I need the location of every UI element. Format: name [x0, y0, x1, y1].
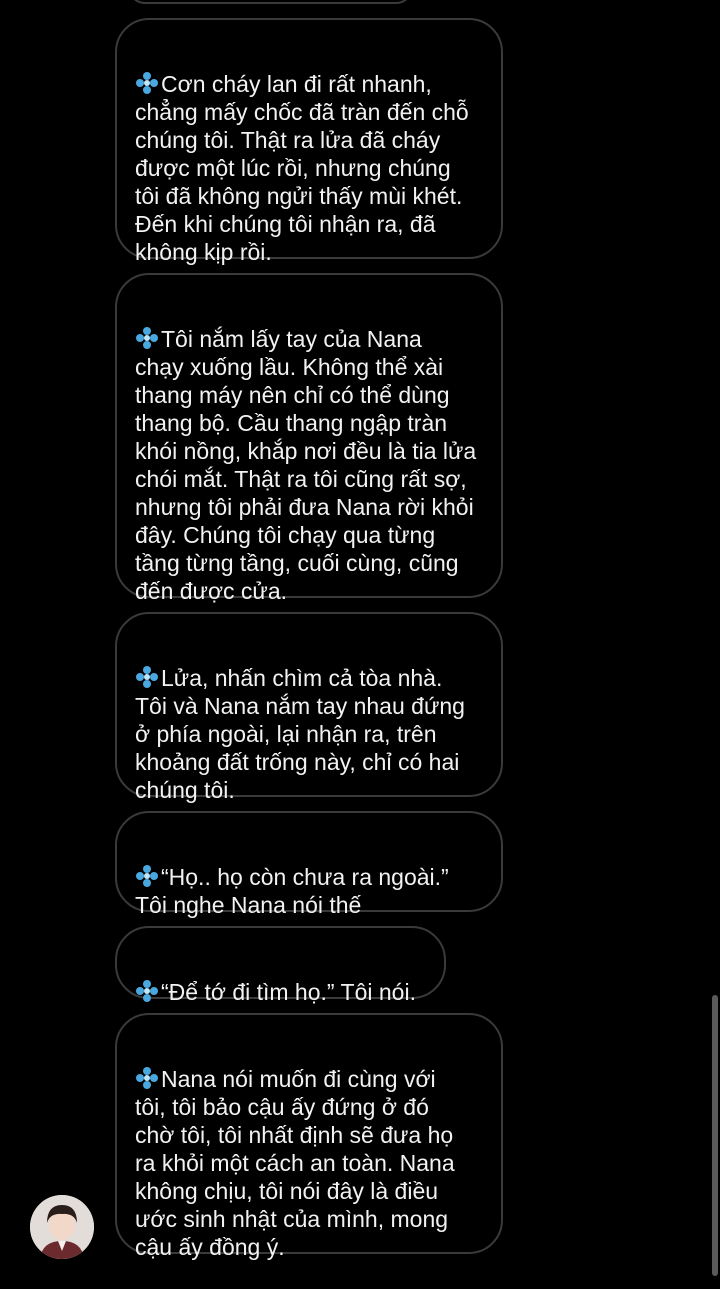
message-bubble[interactable]: Cơn cháy lan đi rất nhanh, chẳng mấy chốc…	[115, 18, 503, 265]
previous-message-bubble[interactable]	[128, 0, 413, 4]
message-text: Cơn cháy lan đi rất nhanh, chẳng mấy chốc…	[135, 71, 469, 265]
message-text: Lửa, nhấn chìm cả tòa nhà. Tôi và Nana nắ…	[135, 665, 465, 803]
message-text: Nana nói muốn đi cùng với tôi, tôi bảo cậ…	[135, 1066, 455, 1260]
avatar-image	[30, 1195, 94, 1259]
diamond-icon	[136, 1067, 158, 1089]
diamond-icon	[136, 72, 158, 94]
scrollbar[interactable]	[712, 995, 718, 1276]
chat-thread[interactable]: Cơn cháy lan đi rất nhanh, chẳng mấy chốc…	[0, 0, 720, 1276]
diamond-icon	[136, 327, 158, 349]
message-text: “Để tớ đi tìm họ.” Tôi nói.	[135, 978, 426, 1006]
message-text: “Họ.. họ còn chưa ra ngoài.” Tôi nghe Nan…	[135, 864, 449, 918]
diamond-icon	[136, 865, 158, 887]
sender-avatar[interactable]	[30, 1195, 94, 1259]
diamond-icon	[136, 980, 158, 1002]
message-bubble[interactable]: Lửa, nhấn chìm cả tòa nhà. Tôi và Nana nắ…	[115, 612, 503, 803]
message-bubble[interactable]: Tôi nắm lấy tay của Nana chạy xuống lầu. …	[115, 273, 503, 604]
message-text: Tôi nắm lấy tay của Nana chạy xuống lầu. …	[135, 326, 477, 604]
message-bubble[interactable]: “Để tớ đi tìm họ.” Tôi nói.	[115, 926, 446, 1005]
message-bubble[interactable]: “Họ.. họ còn chưa ra ngoài.” Tôi nghe Nan…	[115, 811, 503, 918]
diamond-icon	[136, 666, 158, 688]
message-bubble[interactable]: Nana nói muốn đi cùng với tôi, tôi bảo cậ…	[115, 1013, 503, 1260]
